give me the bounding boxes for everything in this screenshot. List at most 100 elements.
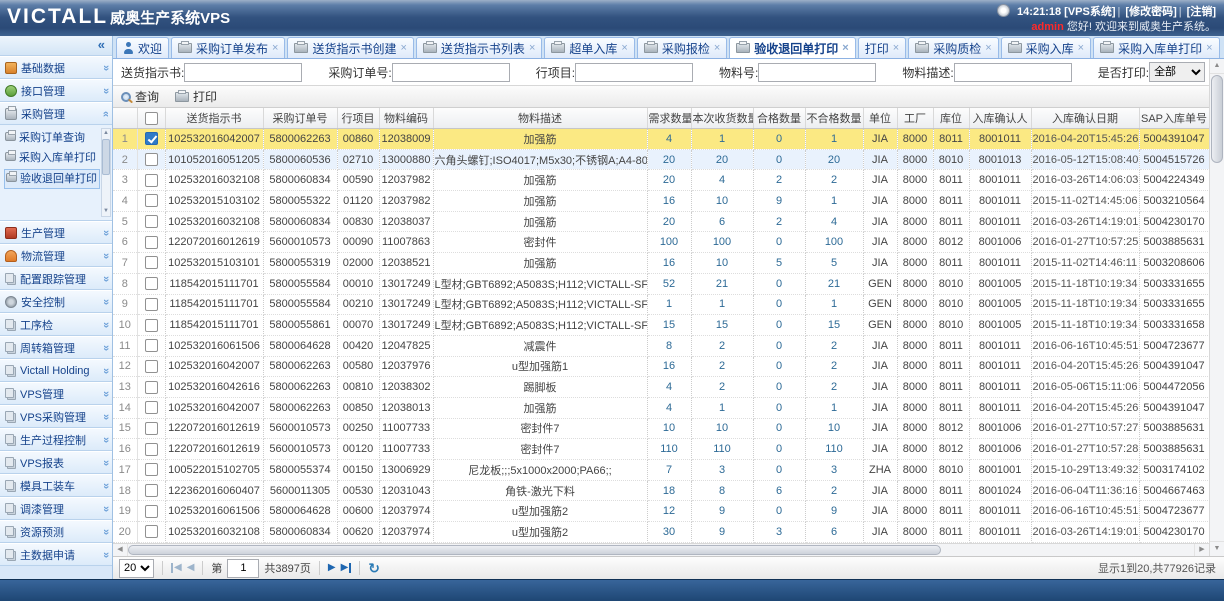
sidebar-group-7[interactable]: 工序检» [0, 313, 112, 336]
row-checkbox[interactable] [145, 484, 158, 497]
table-row[interactable]: 1512207201601261956000105730025011007733… [113, 418, 1209, 439]
page-number-input[interactable] [227, 559, 259, 578]
tab-7[interactable]: 打印× [858, 37, 906, 58]
vscroll-thumb[interactable] [1211, 75, 1223, 163]
select-all-checkbox[interactable] [145, 112, 158, 125]
scroll-down-icon[interactable]: ▼ [103, 207, 109, 216]
table-row[interactable]: 2010253201603210858000608340062012037974… [113, 522, 1209, 543]
sidebar-group-2[interactable]: 采购管理» [0, 102, 112, 125]
link-change-password[interactable]: [修改密码] [1125, 6, 1176, 18]
row-checkbox[interactable] [145, 256, 158, 269]
row-checkbox[interactable] [145, 463, 158, 476]
table-row[interactable]: 710253201510310158000553190200012038521加… [113, 253, 1209, 274]
table-row[interactable]: 210105201605120558000605360271013000880六… [113, 149, 1209, 170]
next-page-button[interactable]: ▶ [328, 563, 336, 573]
first-page-button[interactable]: ◀ [171, 563, 182, 573]
column-header-sap_doc_no[interactable]: SAP入库单号 [1139, 108, 1209, 129]
table-row[interactable]: 911854201511170158000555840021013017249L… [113, 294, 1209, 315]
table-row[interactable]: 1011854201511170158000558610007013017249… [113, 315, 1209, 336]
sidebar-group-8[interactable]: 周转箱管理» [0, 336, 112, 359]
prev-page-button[interactable]: ◀ [187, 563, 195, 573]
sidebar-group-13[interactable]: VPS报表» [0, 451, 112, 474]
column-header-plant[interactable]: 工厂 [897, 108, 933, 129]
tab-8[interactable]: 采购质检× [908, 37, 998, 58]
sidebar-group-15[interactable]: 调漆管理» [0, 497, 112, 520]
tab-5[interactable]: 采购报检× [637, 37, 727, 58]
column-header-material_code[interactable]: 物料编码 [379, 108, 433, 129]
column-header-material_desc[interactable]: 物料描述 [433, 108, 647, 129]
row-checkbox[interactable] [145, 339, 158, 352]
row-checkbox[interactable] [145, 381, 158, 394]
table-row[interactable]: 110253201604200758000622630086012038009加… [113, 129, 1209, 150]
column-header-po_no[interactable]: 采购订单号 [263, 108, 337, 129]
table-row[interactable]: 612207201601261956000105730009011007863密… [113, 232, 1209, 253]
row-checkbox[interactable] [145, 443, 158, 456]
sidebar-group-9[interactable]: Victall Holding» [0, 359, 112, 382]
table-row[interactable]: 811854201511170158000555840001013017249L… [113, 273, 1209, 294]
row-checkbox[interactable] [145, 277, 158, 290]
column-header-delivery_no[interactable]: 送货指示书 [165, 108, 263, 129]
column-header-unit[interactable]: 单位 [863, 108, 897, 129]
column-header-qualified_qty[interactable]: 合格数量 [753, 108, 805, 129]
scroll-down-icon[interactable]: ▼ [1210, 541, 1224, 556]
tab-3[interactable]: 送货指示书列表× [416, 37, 542, 58]
tab-9[interactable]: 采购入库× [1001, 37, 1091, 58]
vertical-scrollbar[interactable]: ▲ ▼ [1209, 59, 1224, 556]
sidebar-group-6[interactable]: 安全控制» [0, 290, 112, 313]
row-checkbox[interactable] [145, 360, 158, 373]
column-header-confirm_date[interactable]: 入库确认日期 [1031, 108, 1139, 129]
tab-close-icon[interactable]: × [893, 42, 899, 54]
link-logout[interactable]: [注销] [1187, 6, 1216, 18]
table-row[interactable]: 1110253201606150658000646280042012047825… [113, 335, 1209, 356]
tab-close-icon[interactable]: × [621, 42, 627, 54]
scroll-up-icon[interactable]: ▲ [1210, 59, 1224, 74]
submenu-scrollbar[interactable]: ▲▼ [101, 128, 111, 217]
row-checkbox[interactable] [145, 215, 158, 228]
sidebar-group-4[interactable]: 物流管理» [0, 244, 112, 267]
row-checkbox[interactable] [145, 422, 158, 435]
tab-2[interactable]: 送货指示书创建× [287, 37, 413, 58]
table-row[interactable]: 1410253201604200758000622630085012038013… [113, 397, 1209, 418]
sidebar-group-14[interactable]: 模具工装车» [0, 474, 112, 497]
tab-close-icon[interactable]: × [714, 42, 720, 54]
filter-input-3[interactable] [758, 63, 876, 82]
column-header-unqualified_qty[interactable]: 不合格数量 [805, 108, 863, 129]
filter-input-2[interactable] [575, 63, 693, 82]
sidebar-group-3[interactable]: 生产管理» [0, 221, 112, 244]
row-checkbox[interactable] [145, 505, 158, 518]
row-checkbox[interactable] [145, 401, 158, 414]
row-checkbox[interactable] [145, 194, 158, 207]
sidebar-group-5[interactable]: 配置跟踪管理» [0, 267, 112, 290]
print-filter-select[interactable]: 全部 [1149, 62, 1205, 82]
tab-10[interactable]: 采购入库单打印× [1093, 37, 1219, 58]
column-header-storage_loc[interactable]: 库位 [933, 108, 969, 129]
table-row[interactable]: 1910253201606150658000646280060012037974… [113, 501, 1209, 522]
refresh-icon[interactable]: ↻ [368, 561, 380, 575]
table-row[interactable]: 310253201603210858000608340059012037982加… [113, 170, 1209, 191]
row-checkbox[interactable] [145, 298, 158, 311]
sidebar-group-10[interactable]: VPS管理» [0, 382, 112, 405]
sidebar-group-1[interactable]: 接口管理» [0, 79, 112, 102]
sidebar-group-11[interactable]: VPS采购管理» [0, 405, 112, 428]
table-row[interactable]: 1710052201510270558000553740015013006929… [113, 460, 1209, 481]
page-size-select[interactable]: 20 [119, 559, 154, 578]
tab-6[interactable]: 验收退回单打印× [729, 37, 855, 58]
row-checkbox[interactable] [145, 153, 158, 166]
filter-input-1[interactable] [392, 63, 510, 82]
row-checkbox[interactable] [145, 236, 158, 249]
row-checkbox[interactable] [145, 132, 158, 145]
query-button[interactable]: 查询 [121, 88, 159, 105]
tab-close-icon[interactable]: × [1206, 42, 1212, 54]
sidebar-group-12[interactable]: 生产过程控制» [0, 428, 112, 451]
last-page-button[interactable]: ▶ [341, 563, 352, 573]
table-row[interactable]: 510253201603210858000608340083012038037加… [113, 211, 1209, 232]
sidebar-collapse-button[interactable]: « [98, 37, 105, 52]
tab-close-icon[interactable]: × [842, 42, 848, 54]
filter-input-4[interactable] [954, 63, 1072, 82]
tab-close-icon[interactable]: × [400, 42, 406, 54]
scroll-right-icon[interactable]: ▶ [1194, 544, 1209, 556]
sidebar-item-1[interactable]: 采购入库单打印 [4, 149, 100, 167]
row-checkbox[interactable] [145, 319, 158, 332]
tab-1[interactable]: 采购订单发布× [171, 37, 285, 58]
column-header-demand_qty[interactable]: 需求数量 [647, 108, 691, 129]
